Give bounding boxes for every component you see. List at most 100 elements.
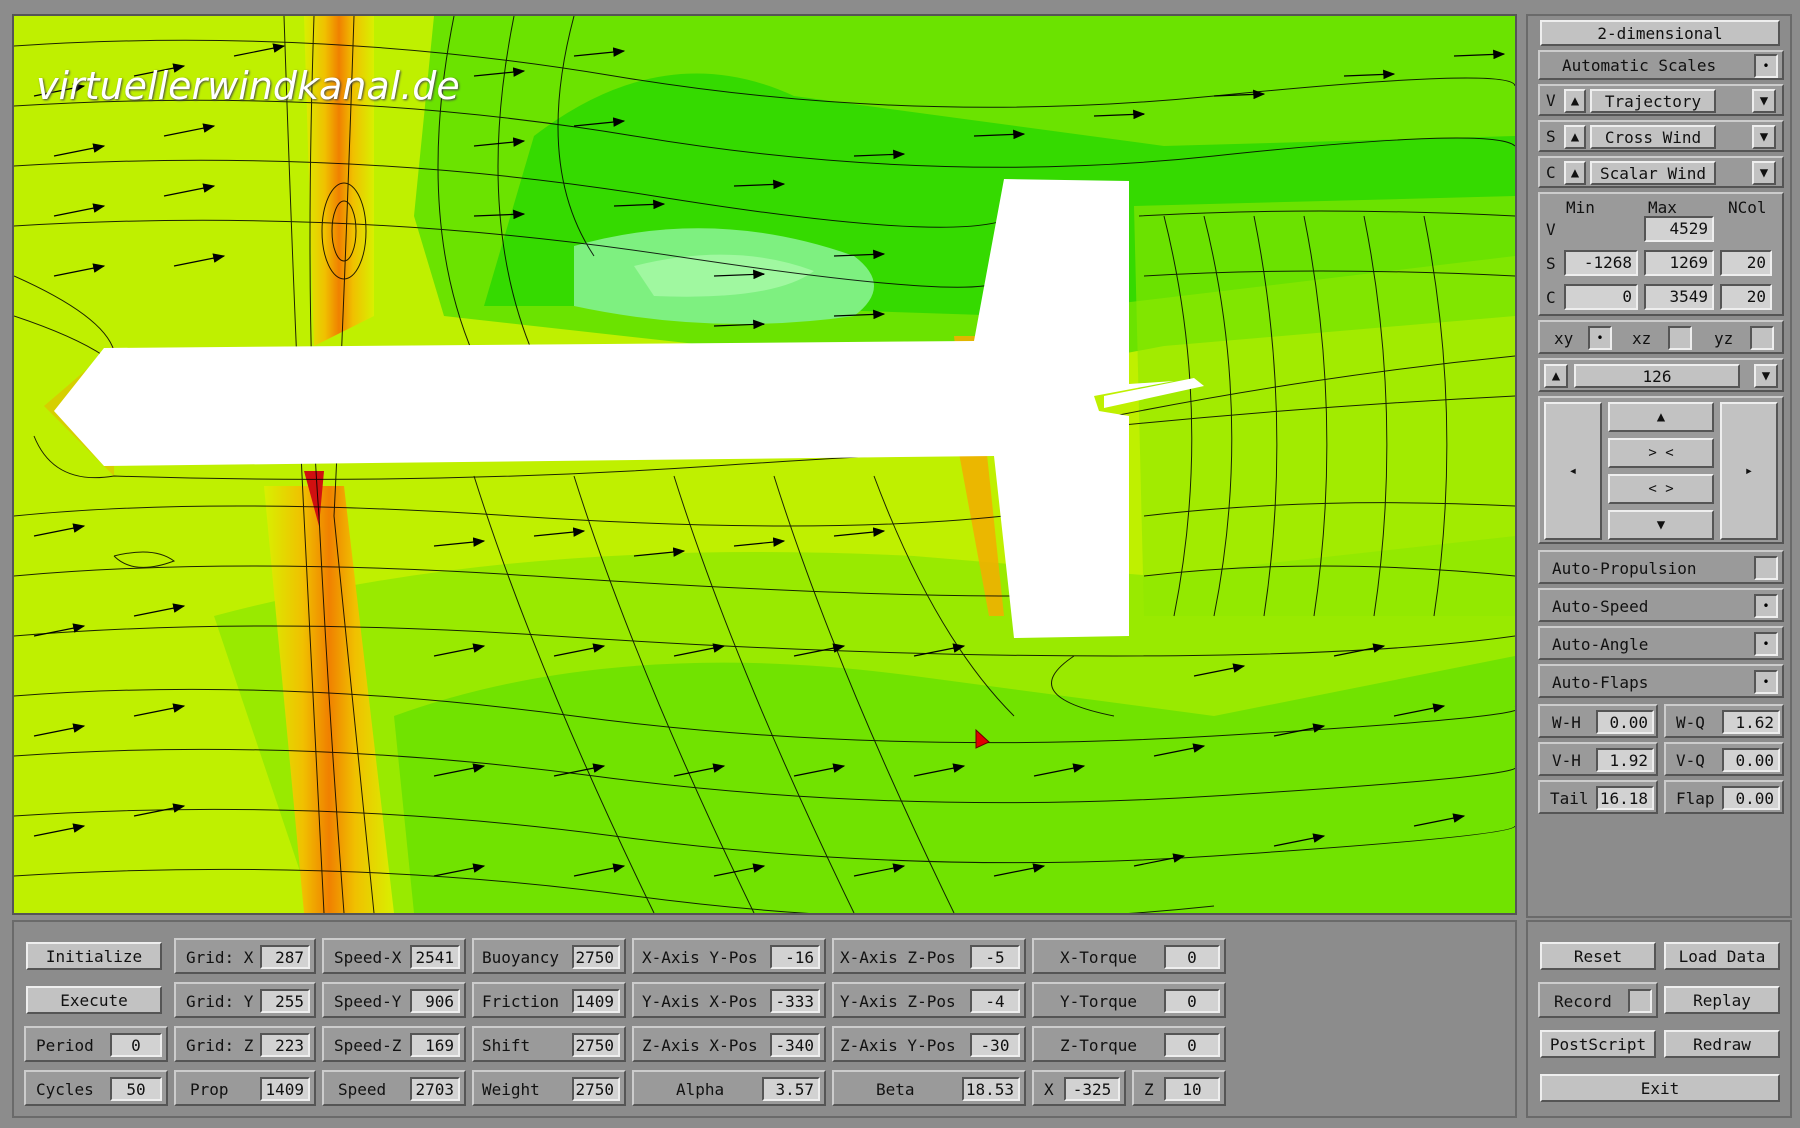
execute-button[interactable]: Execute	[26, 986, 162, 1014]
color-select[interactable]: Scalar Wind	[1590, 161, 1716, 185]
postscript-button[interactable]: PostScript	[1540, 1030, 1656, 1058]
scalar-key-label: S	[1546, 127, 1556, 146]
speed-z-field[interactable]: 169	[410, 1033, 460, 1057]
record-checkbox[interactable]	[1628, 989, 1652, 1013]
color-up-arrow-icon[interactable]: ▲	[1564, 161, 1586, 185]
period-param: Period 0	[24, 1026, 168, 1062]
shift-field[interactable]: 2750	[572, 1033, 620, 1057]
xaxis-ypos-field[interactable]: -16	[770, 945, 820, 969]
period-field[interactable]: 0	[110, 1033, 162, 1057]
plane-yz-radio[interactable]	[1750, 326, 1774, 350]
color-selector-row: C ▲ Scalar Wind ▼	[1538, 156, 1784, 188]
vector-dropdown-icon[interactable]: ▼	[1752, 89, 1776, 113]
x-field[interactable]: -325	[1064, 1077, 1120, 1101]
vector-up-arrow-icon[interactable]: ▲	[1564, 89, 1586, 113]
alpha-param: Alpha 3.57	[632, 1070, 826, 1106]
vh-field[interactable]: 1.92	[1596, 748, 1654, 772]
pan-up-button[interactable]: ▲	[1608, 402, 1714, 432]
replay-button[interactable]: Replay	[1664, 986, 1780, 1014]
friction-field[interactable]: 1409	[572, 989, 620, 1013]
pan-down-button[interactable]: ▼	[1608, 510, 1714, 540]
buoyancy-field[interactable]: 2750	[572, 945, 620, 969]
tail-field[interactable]: 16.18	[1596, 786, 1654, 810]
max-header: Max	[1648, 198, 1677, 217]
c-min-field[interactable]: 0	[1564, 284, 1638, 310]
vector-select[interactable]: Trajectory	[1590, 89, 1716, 113]
tail-param: Tail 16.18	[1538, 780, 1658, 814]
v-max-field[interactable]: 4529	[1644, 216, 1714, 242]
reset-button[interactable]: Reset	[1540, 942, 1656, 970]
tail-label: Tail	[1550, 789, 1589, 808]
zaxis-ypos-field[interactable]: -30	[970, 1033, 1020, 1057]
flow-visualization-canvas[interactable]: virtuellerwindkanal.de	[12, 14, 1517, 915]
flow-field-plot	[14, 16, 1515, 913]
s-max-field[interactable]: 1269	[1644, 250, 1714, 276]
grid-y-field[interactable]: 255	[260, 989, 310, 1013]
c-max-field[interactable]: 3549	[1644, 284, 1714, 310]
cycles-field[interactable]: 50	[110, 1077, 162, 1101]
speed-x-label: Speed-X	[334, 948, 402, 967]
speed-field[interactable]: 2703	[410, 1077, 460, 1101]
c-ncol-field[interactable]: 20	[1720, 284, 1772, 310]
plane-xy-radio[interactable]: •	[1588, 326, 1612, 350]
pan-right-button[interactable]: ▸	[1720, 402, 1778, 540]
weight-param: Weight 2750	[472, 1070, 626, 1106]
speed-x-field[interactable]: 2541	[410, 945, 460, 969]
vq-field[interactable]: 0.00	[1722, 748, 1780, 772]
prop-label: Prop	[190, 1080, 229, 1099]
yaxis-xpos-field[interactable]: -333	[770, 989, 820, 1013]
buoyancy-param: Buoyancy 2750	[472, 938, 626, 974]
wq-field[interactable]: 1.62	[1722, 710, 1780, 734]
z-field[interactable]: 10	[1164, 1077, 1220, 1101]
slice-down-arrow-icon[interactable]: ▼	[1754, 364, 1778, 388]
initialize-button[interactable]: Initialize	[26, 942, 162, 970]
flap-field[interactable]: 0.00	[1722, 786, 1780, 810]
auto-speed-checkbox[interactable]: •	[1754, 594, 1778, 618]
scalar-up-arrow-icon[interactable]: ▲	[1564, 125, 1586, 149]
mode-2d-button[interactable]: 2-dimensional	[1540, 20, 1780, 46]
scalar-select[interactable]: Cross Wind	[1590, 125, 1716, 149]
auto-propulsion-checkbox[interactable]	[1754, 556, 1778, 580]
x-label: X	[1044, 1080, 1054, 1099]
speed-y-field[interactable]: 906	[410, 989, 460, 1013]
xaxis-zpos-field[interactable]: -5	[970, 945, 1020, 969]
yaxis-zpos-field[interactable]: -4	[970, 989, 1020, 1013]
s-min-field[interactable]: -1268	[1564, 250, 1638, 276]
s-ncol-field[interactable]: 20	[1720, 250, 1772, 276]
zaxis-xpos-field[interactable]: -340	[770, 1033, 820, 1057]
cycles-param: Cycles 50	[24, 1070, 168, 1106]
plane-xz-radio[interactable]	[1668, 326, 1692, 350]
color-dropdown-icon[interactable]: ▼	[1752, 161, 1776, 185]
wh-field[interactable]: 0.00	[1596, 710, 1654, 734]
vq-label: V-Q	[1676, 751, 1705, 770]
auto-speed-label: Auto-Speed	[1552, 597, 1649, 616]
slice-up-arrow-icon[interactable]: ▲	[1544, 364, 1568, 388]
alpha-field[interactable]: 3.57	[762, 1077, 820, 1101]
scalar-dropdown-icon[interactable]: ▼	[1752, 125, 1776, 149]
z-torque-field[interactable]: 0	[1164, 1033, 1220, 1057]
slice-value[interactable]: 126	[1574, 364, 1740, 388]
xaxis-ypos-param: X-Axis Y-Pos -16	[632, 938, 826, 974]
auto-angle-checkbox[interactable]: •	[1754, 632, 1778, 656]
speed-y-param: Speed-Y 906	[322, 982, 466, 1018]
grid-z-field[interactable]: 223	[260, 1033, 310, 1057]
load-data-button[interactable]: Load Data	[1664, 942, 1780, 970]
grid-x-field[interactable]: 287	[260, 945, 310, 969]
zoom-in-button[interactable]: > <	[1608, 438, 1714, 468]
redraw-button[interactable]: Redraw	[1664, 1030, 1780, 1058]
y-torque-field[interactable]: 0	[1164, 989, 1220, 1013]
automatic-scales-checkbox[interactable]: •	[1754, 54, 1778, 78]
zaxis-xpos-label: Z-Axis X-Pos	[642, 1036, 758, 1055]
exit-button[interactable]: Exit	[1540, 1074, 1780, 1102]
auto-propulsion-row: Auto-Propulsion	[1538, 550, 1784, 584]
weight-field[interactable]: 2750	[572, 1077, 620, 1101]
prop-field[interactable]: 1409	[260, 1077, 310, 1101]
grid-y-label: Grid: Y	[186, 992, 254, 1011]
v-scale-label: V	[1546, 220, 1556, 239]
zoom-out-button[interactable]: < >	[1608, 474, 1714, 504]
x-torque-field[interactable]: 0	[1164, 945, 1220, 969]
auto-flaps-checkbox[interactable]: •	[1754, 670, 1778, 694]
pan-left-button[interactable]: ◂	[1544, 402, 1602, 540]
beta-field[interactable]: 18.53	[962, 1077, 1020, 1101]
yaxis-zpos-param: Y-Axis Z-Pos -4	[832, 982, 1026, 1018]
